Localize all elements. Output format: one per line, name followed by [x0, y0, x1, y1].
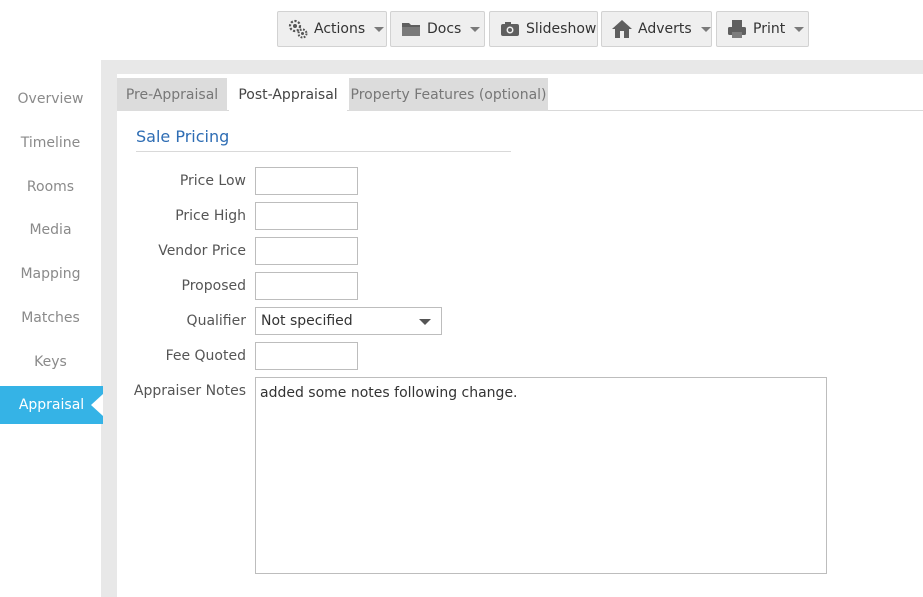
appraisal-tabs: Pre-Appraisal Post-Appraisal Property Fe…	[117, 74, 923, 112]
chevron-down-icon	[794, 26, 805, 32]
section-divider	[136, 151, 511, 152]
sidebar-item-label: Appraisal	[18, 397, 85, 413]
top-toolbar: Actions Docs Slideshow Adverts Print	[0, 0, 923, 60]
sidebar-item-overview[interactable]: Overview	[0, 80, 101, 118]
price-high-label: Price High	[175, 208, 246, 224]
sidebar-item-label: Overview	[17, 91, 84, 107]
chevron-down-icon	[374, 26, 385, 32]
fee-quoted-label: Fee Quoted	[165, 348, 246, 364]
appraiser-notes-textarea[interactable]: added some notes following change.	[255, 377, 827, 574]
camera-icon	[499, 18, 521, 40]
sidebar-item-matches[interactable]: Matches	[0, 299, 101, 337]
sidebar-item-label: Matches	[21, 310, 80, 326]
docs-label: Docs	[427, 21, 462, 37]
sidebar-item-timeline[interactable]: Timeline	[0, 124, 101, 162]
adverts-button[interactable]: Adverts	[601, 11, 712, 47]
sidebar-divider	[101, 60, 117, 597]
tab-label: Pre-Appraisal	[125, 86, 219, 103]
actions-label: Actions	[314, 21, 366, 37]
sidebar-item-label: Media	[29, 222, 72, 238]
sidebar-nav: Overview Timeline Rooms Media Mapping Ma…	[0, 60, 103, 597]
proposed-label: Proposed	[181, 278, 246, 294]
sidebar-item-mapping[interactable]: Mapping	[0, 255, 101, 293]
content-top-border	[101, 60, 923, 74]
sidebar-item-media[interactable]: Media	[0, 211, 101, 249]
sidebar-item-label: Mapping	[20, 266, 81, 282]
folder-icon	[400, 18, 422, 40]
price-low-label: Price Low	[179, 173, 246, 189]
sidebar-item-appraisal[interactable]: Appraisal	[0, 386, 103, 424]
tab-label: Post-Appraisal	[238, 87, 338, 103]
chevron-down-icon	[700, 26, 711, 32]
tab-property-features[interactable]: Property Features (optional)	[349, 78, 548, 111]
tab-label: Property Features (optional)	[350, 86, 547, 103]
sidebar-item-label: Rooms	[26, 179, 75, 195]
appraiser-notes-label: Appraiser Notes	[133, 383, 246, 399]
docs-button[interactable]: Docs	[390, 11, 485, 47]
sidebar-item-keys[interactable]: Keys	[0, 343, 101, 381]
tab-pre-appraisal[interactable]: Pre-Appraisal	[117, 78, 227, 111]
qualifier-selected-value: Not specified	[261, 313, 353, 329]
sidebar-item-label: Timeline	[20, 135, 81, 151]
chevron-down-icon	[419, 319, 431, 325]
proposed-input[interactable]	[255, 272, 358, 300]
section-title: Sale Pricing	[136, 127, 230, 146]
adverts-label: Adverts	[638, 21, 692, 37]
house-icon	[611, 18, 633, 40]
print-button[interactable]: Print	[716, 11, 809, 47]
qualifier-label: Qualifier	[186, 313, 246, 329]
price-high-input[interactable]	[255, 202, 358, 230]
chevron-down-icon	[470, 26, 481, 32]
slideshow-button[interactable]: Slideshow	[489, 11, 598, 47]
gears-icon	[287, 18, 309, 40]
slideshow-label: Slideshow	[526, 21, 597, 37]
printer-icon	[726, 18, 748, 40]
sidebar-item-label: Keys	[34, 354, 67, 370]
fee-quoted-input[interactable]	[255, 342, 358, 370]
price-low-input[interactable]	[255, 167, 358, 195]
qualifier-select[interactable]: Not specified	[255, 307, 442, 335]
print-label: Print	[753, 21, 786, 37]
sidebar-item-rooms[interactable]: Rooms	[0, 168, 101, 206]
vendor-price-label: Vendor Price	[158, 243, 246, 259]
tab-post-appraisal[interactable]: Post-Appraisal	[229, 78, 347, 112]
actions-button[interactable]: Actions	[277, 11, 387, 47]
vendor-price-input[interactable]	[255, 237, 358, 265]
